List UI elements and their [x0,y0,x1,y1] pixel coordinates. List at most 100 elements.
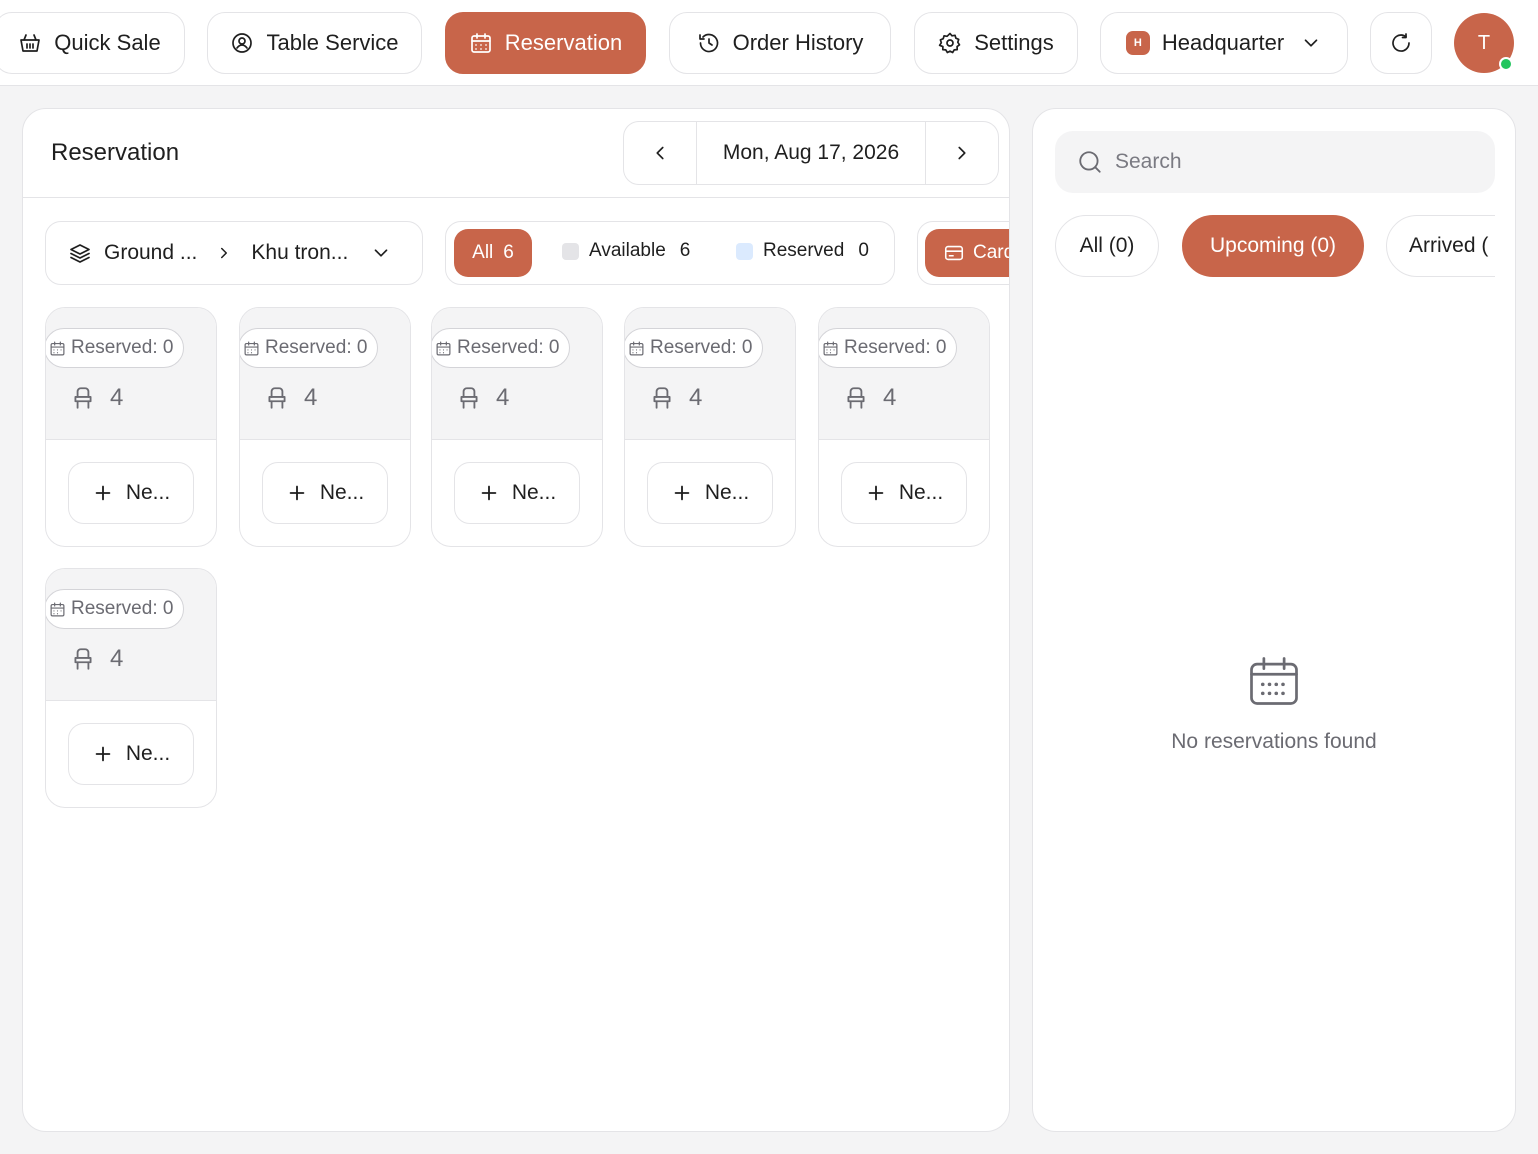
filter-all-chip[interactable]: All 6 [454,229,532,277]
tab-upcoming[interactable]: Upcoming (0) [1182,215,1364,277]
date-navigator: Mon, Aug 17, 2026 [623,121,999,185]
table-card-header: Reserved: 0 4 [819,308,989,440]
new-reservation-label: Ne... [704,481,750,504]
filter-available[interactable]: Available 6 [562,240,690,262]
new-reservation-button[interactable]: Ne... [262,462,388,524]
seat-count: 4 [110,384,124,411]
reserved-count-badge: Reserved: 0 [625,328,764,368]
card-view-button[interactable]: Card [925,229,1009,277]
new-reservation-button[interactable]: Ne... [454,462,580,524]
order-history-button[interactable]: Order History [669,12,891,74]
branch-selector[interactable]: H Headquarter [1100,12,1348,74]
reservation-nav-label: Reservation [504,30,623,55]
search-input[interactable] [1115,150,1475,174]
table-service-icon [232,33,253,53]
floor-area-selector[interactable]: Ground ... Khu tron... [45,221,423,285]
reserved-count-badge: Reserved: 0 [46,328,185,368]
settings-label: Settings [974,30,1054,55]
filter-all-count: 6 [503,242,514,263]
basket-icon [20,34,41,52]
search-icon [1079,151,1101,173]
seat-capacity: 4 [649,384,702,412]
gear-icon [939,32,961,54]
tab-arrived[interactable]: Arrived ( [1386,215,1495,277]
table-card[interactable]: Reserved: 0 4 Ne... [45,568,217,808]
table-card[interactable]: Reserved: 0 4 Ne... [624,307,796,547]
table-card[interactable]: Reserved: 0 4 Ne... [45,307,217,547]
reserved-count-badge: Reserved: 0 [240,328,379,368]
table-service-button[interactable]: Table Service [207,12,422,74]
filter-reserved-label: Reserved [763,240,845,261]
new-reservation-label: Ne... [125,481,171,504]
plus-icon [674,485,690,501]
history-icon [698,33,718,53]
filter-reserved[interactable]: Reserved 0 [736,240,869,262]
chevron-right-icon [958,146,966,160]
tab-all[interactable]: All (0) [1055,215,1159,277]
new-reservation-button[interactable]: Ne... [68,723,194,785]
calendar-icon [470,33,491,53]
reserved-count-text: Reserved: 0 [844,337,947,358]
chevron-left-icon [656,146,664,160]
reserved-count-badge: Reserved: 0 [432,328,571,368]
table-card-header: Reserved: 0 4 [240,308,410,440]
area-label: Khu tron... [251,241,349,264]
chevron-right-icon [221,247,228,259]
plus-icon [481,485,497,501]
calendar-icon [244,341,259,355]
new-reservation-button[interactable]: Ne... [68,462,194,524]
next-date-button[interactable] [926,122,998,184]
refresh-button[interactable] [1370,12,1432,74]
seat-capacity: 4 [456,384,509,412]
search-box [1055,131,1495,193]
page-title: Reservation [51,139,180,166]
empty-state: No reservations found [1033,654,1515,754]
settings-button[interactable]: Settings [914,12,1078,74]
reserved-count-text: Reserved: 0 [650,337,753,358]
calendar-empty-icon [1250,657,1298,705]
new-reservation-label: Ne... [319,481,365,504]
table-card-header: Reserved: 0 4 [46,569,216,701]
branch-label: Headquarter [1161,30,1285,55]
calendar-icon [629,341,644,355]
chair-icon [74,387,92,409]
table-card-header: Reserved: 0 4 [46,308,216,440]
seat-count: 4 [110,645,124,672]
chevron-down-icon [1304,39,1318,47]
plus-icon [289,485,305,501]
calendar-icon [50,341,65,355]
reserved-swatch [736,242,753,260]
empty-state-text: No reservations found [1171,730,1377,753]
prev-date-button[interactable] [624,122,696,184]
new-reservation-label: Ne... [898,481,944,504]
current-date[interactable]: Mon, Aug 17, 2026 [696,122,926,184]
reserved-count-badge: Reserved: 0 [46,589,185,629]
reservation-nav-button[interactable]: Reservation [445,12,646,74]
table-card[interactable]: Reserved: 0 4 Ne... [818,307,990,547]
plus-icon [95,746,111,762]
avatar-initial: T [1477,31,1491,54]
chair-icon [460,387,478,409]
new-reservation-button[interactable]: Ne... [841,462,967,524]
status-filter: All 6 Available 6 Reserved 0 [445,221,895,285]
reserved-count-badge: Reserved: 0 [819,328,958,368]
chair-icon [653,387,671,409]
reserved-count-text: Reserved: 0 [71,337,174,358]
branch-badge-icon: H [1125,31,1150,55]
plus-icon [868,485,884,501]
table-card[interactable]: Reserved: 0 4 Ne... [239,307,411,547]
plus-icon [95,485,111,501]
reserved-count-text: Reserved: 0 [457,337,560,358]
filter-reserved-count: 0 [858,240,869,261]
chair-icon [74,648,92,670]
filter-all-label: All [472,242,494,263]
table-card[interactable]: Reserved: 0 4 Ne... [431,307,603,547]
seat-capacity: 4 [264,384,317,412]
quick-sale-button[interactable]: Quick Sale [0,12,185,74]
available-swatch [562,242,579,260]
reservation-panel: Reservation Mon, Aug 17, 2026 Ground ...… [22,108,1010,1132]
online-status-dot [1499,57,1513,71]
reservation-list-panel: All (0) Upcoming (0) Arrived ( No reserv… [1032,108,1516,1132]
new-reservation-label: Ne... [125,742,171,765]
new-reservation-button[interactable]: Ne... [647,462,773,524]
